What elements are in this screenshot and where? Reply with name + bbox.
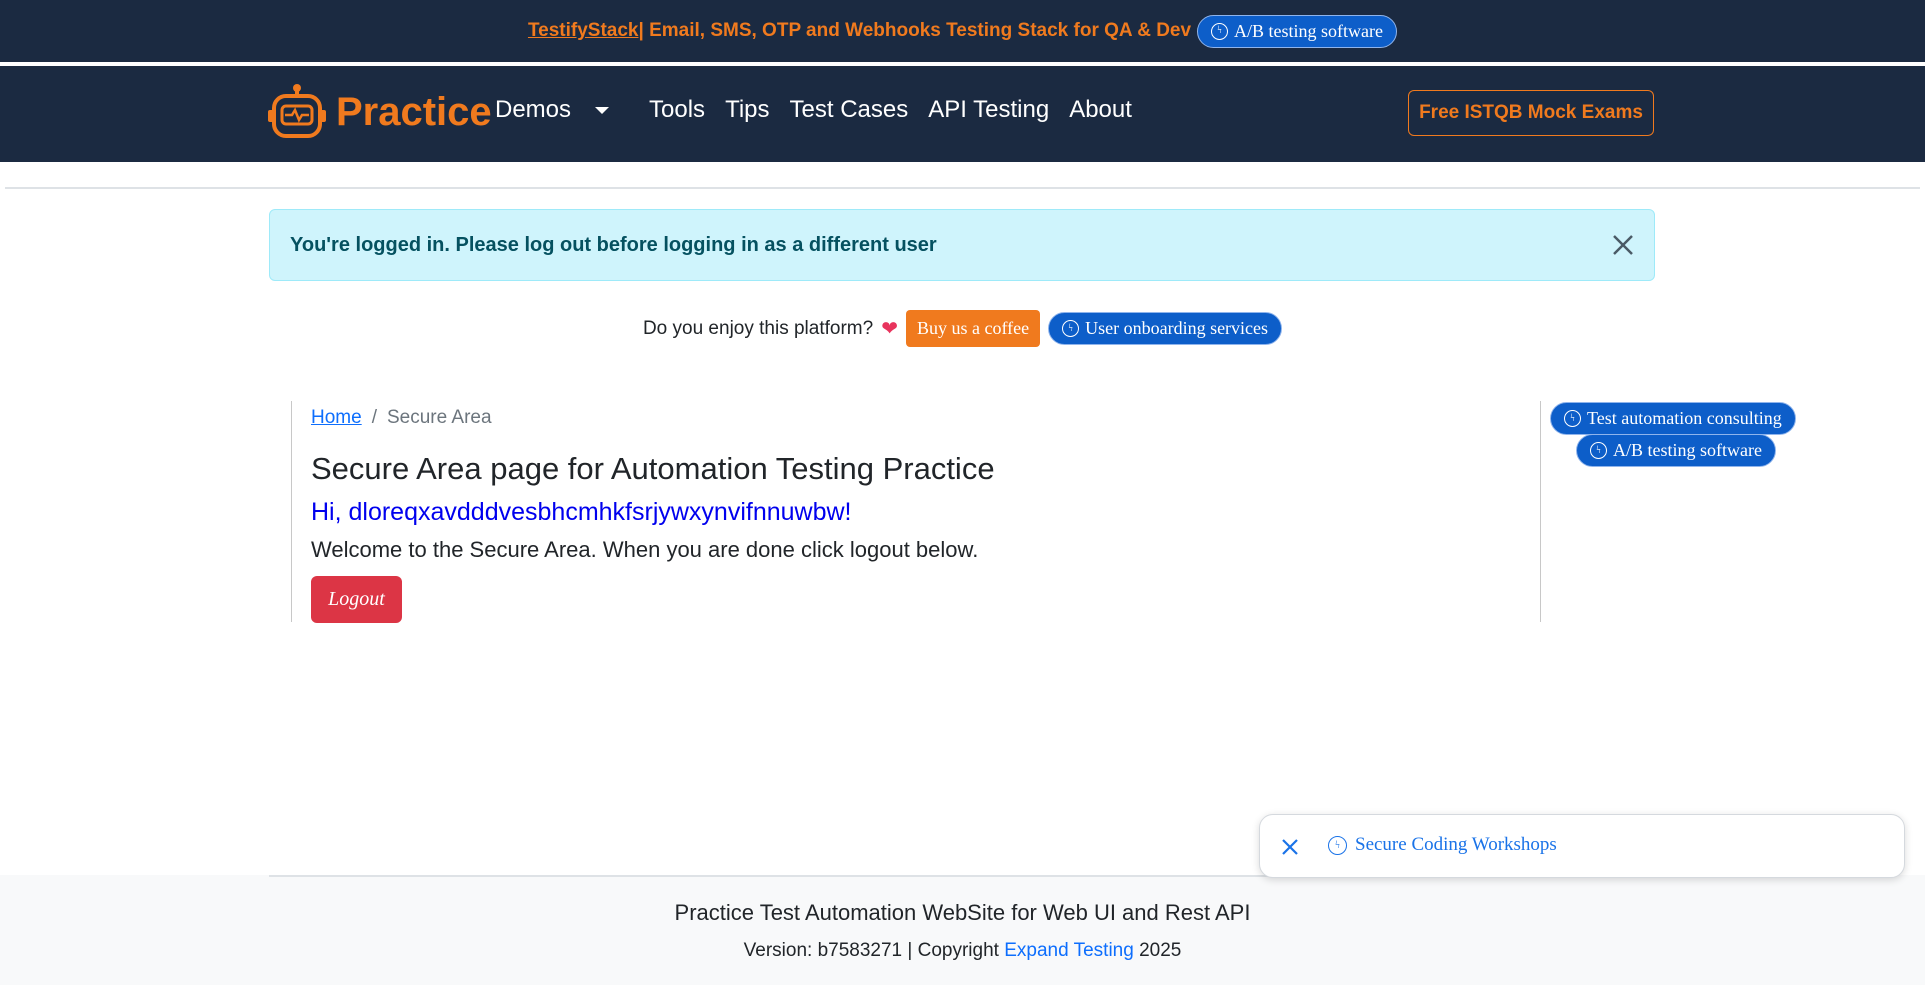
- main-content: Home / Secure Area Secure Area page for Au…: [291, 401, 1541, 623]
- bolt-icon: ϟ: [1062, 320, 1080, 337]
- buy-coffee-button[interactable]: Buy us a coffee: [905, 310, 1041, 347]
- caret-down-icon: [595, 107, 610, 115]
- nav-links: Demos Tools Tips Test Cases API Testing …: [495, 96, 1152, 124]
- footer-title: Practice Test Automation WebSite for Web…: [674, 900, 1251, 925]
- ad-toast: ϟ Secure Coding Workshops: [1259, 814, 1905, 878]
- istqb-mock-exams-button[interactable]: Free ISTQB Mock Exams: [1408, 90, 1654, 136]
- bolt-icon: ϟ: [1328, 835, 1347, 855]
- nav-test-cases[interactable]: Test Cases: [790, 96, 909, 124]
- secure-coding-ad-link[interactable]: ϟ Secure Coding Workshops: [1328, 834, 1557, 856]
- nav-about[interactable]: About: [1069, 96, 1132, 124]
- page-title: Secure Area page for Automation Testing …: [311, 451, 995, 486]
- ad-label: Test automation consulting: [1587, 408, 1782, 428]
- breadcrumb-separator: /: [371, 407, 377, 428]
- nav-api-testing[interactable]: API Testing: [928, 96, 1049, 124]
- breadcrumb-home-link[interactable]: Home: [311, 407, 362, 428]
- enjoy-text: Do you enjoy this platform?: [642, 317, 874, 339]
- divider: [5, 187, 1920, 189]
- expand-testing-link[interactable]: Expand Testing: [1004, 940, 1134, 961]
- bolt-icon: ϟ: [1211, 22, 1229, 40]
- ad-label: User onboarding services: [1085, 318, 1269, 338]
- ad-label: A/B testing software: [1613, 440, 1762, 460]
- bolt-icon: ϟ: [1564, 410, 1581, 427]
- robot-logo-icon: [268, 84, 326, 138]
- copyright-year: 2025: [1133, 940, 1182, 961]
- ab-testing-ad-button[interactable]: ϟ A/B testing software: [1197, 14, 1398, 48]
- nav-demos[interactable]: Demos: [495, 96, 629, 124]
- footer: Practice Test Automation WebSite for Web…: [0, 875, 1925, 985]
- user-onboarding-ad-button[interactable]: ϟ User onboarding services: [1048, 312, 1283, 345]
- top-banner: TestifyStack | Email, SMS, OTP and Webho…: [0, 0, 1925, 62]
- heart-icon: ❤: [881, 318, 898, 340]
- welcome-text: Welcome to the Secure Area. When you are…: [311, 537, 979, 562]
- brand-text: Practice: [336, 89, 492, 134]
- footer-version: Version: b7583271 | Copyright Expand Tes…: [0, 940, 1925, 962]
- enjoy-row: Do you enjoy this platform? ❤ Buy us a c…: [0, 310, 1925, 347]
- testifystack-link[interactable]: TestifyStack: [528, 20, 639, 42]
- ab-testing-sidebar-ad-button[interactable]: ϟ A/B testing software: [1576, 434, 1776, 467]
- breadcrumb: Home / Secure Area: [311, 407, 492, 429]
- test-automation-consulting-ad-button[interactable]: ϟ Test automation consulting: [1550, 402, 1796, 435]
- navbar: Practice Demos Tools Tips Test Cases API…: [0, 66, 1925, 162]
- bolt-icon: ϟ: [1590, 442, 1607, 459]
- top-banner-text: | Email, SMS, OTP and Webhooks Testing S…: [638, 20, 1192, 41]
- logout-button[interactable]: Logout: [311, 576, 402, 623]
- nav-tips[interactable]: Tips: [725, 96, 769, 124]
- nav-tools[interactable]: Tools: [649, 96, 705, 124]
- logged-in-alert: You're logged in. Please log out before …: [269, 209, 1655, 281]
- close-icon[interactable]: [1280, 837, 1300, 857]
- breadcrumb-current: Secure Area: [386, 407, 492, 428]
- user-greeting: Hi, dloreqxavdddvesbhcmhkfsrjywxynvifnnu…: [311, 498, 852, 526]
- brand-logo-link[interactable]: Practice: [268, 84, 492, 140]
- toast-label: Secure Coding Workshops: [1355, 834, 1557, 855]
- alert-message: You're logged in. Please log out before …: [290, 233, 937, 256]
- ad-label: A/B testing software: [1234, 20, 1384, 41]
- close-icon[interactable]: [1610, 232, 1636, 258]
- version-text: Version: b7583271 | Copyright: [743, 940, 1005, 961]
- nav-demos-label: Demos: [495, 96, 572, 123]
